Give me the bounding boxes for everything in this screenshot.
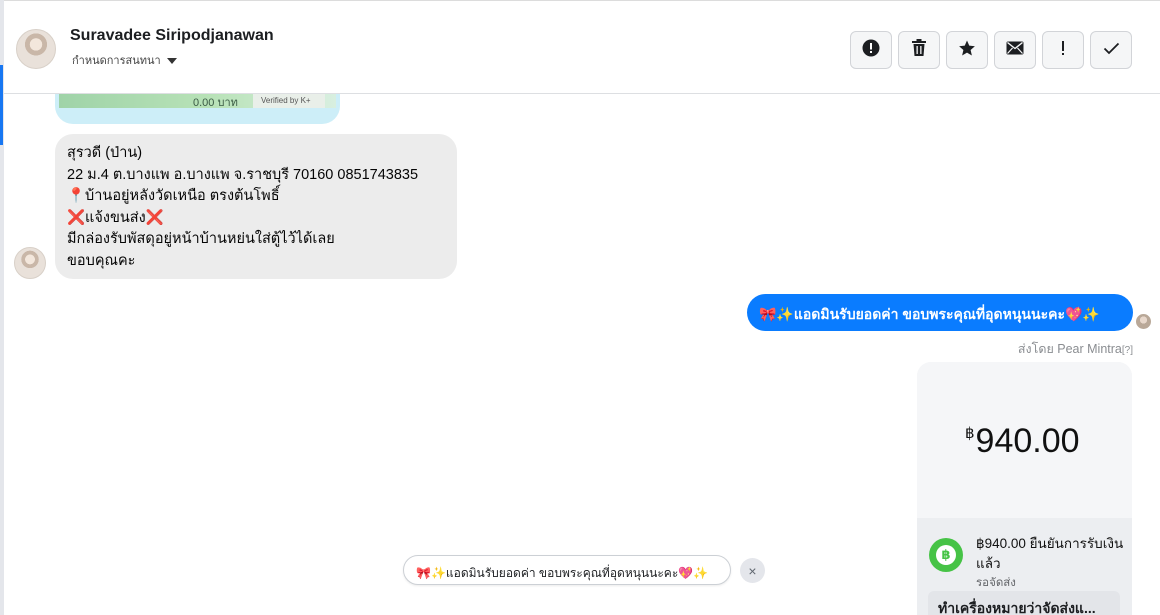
sent-by-help-link[interactable]: [?] (1122, 345, 1133, 356)
report-button[interactable] (850, 31, 892, 69)
payment-amount-value: 940.00 (975, 422, 1080, 460)
payment-status-area: ฿ ฿940.00 ยืนยันการรับเงินแล้ว รอจัดส่ง … (917, 518, 1132, 615)
contact-name[interactable]: Suravadee Siripodjanawan (70, 27, 274, 45)
mark-shipped-button[interactable]: ทำเครื่องหมายว่าจัดส่งแ... (928, 591, 1120, 615)
star-button[interactable] (946, 31, 988, 69)
outgoing-message-bubble[interactable]: 🎀✨แอดมินรับยอดค่า ขอบพระคุณที่อุดหนุนนะค… (747, 294, 1133, 331)
trash-icon (911, 39, 927, 61)
envelope-icon (1006, 40, 1024, 60)
quick-reply-chip[interactable]: 🎀✨แอดมินรับยอดค่า ขอบพระคุณที่อุดหนุนนะค… (403, 555, 731, 585)
slip-verified-label: Verified by K+ (253, 94, 325, 108)
conversation-setting-dropdown[interactable]: กำหนดการสนทนา (72, 51, 177, 69)
contact-avatar[interactable] (16, 29, 56, 69)
header-toolbar (850, 31, 1132, 69)
exclamation-icon (1060, 40, 1066, 61)
sent-by-text: ส่งโดย Pear Mintra (1017, 342, 1122, 356)
message-line: ขอบคุณคะ (67, 252, 136, 269)
seen-avatar (1136, 314, 1151, 329)
payment-cash-icon: ฿ (929, 538, 963, 572)
conversation-header: Suravadee Siripodjanawan กำหนดการสนทนา (4, 5, 1160, 94)
done-button[interactable] (1090, 31, 1132, 69)
scroll-indicator[interactable] (0, 65, 3, 145)
conversation-setting-label: กำหนดการสนทนา (72, 55, 161, 67)
currency-symbol: ฿ (965, 425, 975, 442)
delete-button[interactable] (898, 31, 940, 69)
payment-status: ฿940.00 ยืนยันการรับเงินแล้ว (976, 536, 1124, 571)
incoming-message-bubble[interactable]: สุรวดี (ป่าน) 22 ม.4 ต.บางแพ อ.บางแพ จ.ร… (55, 134, 457, 279)
message-line: ❌แจ้งขนส่ง❌ (67, 209, 164, 226)
message-line: มีกล่องรับพัสดุอยู่หน้าบ้านหย่นใส่ตู้ไว้… (67, 231, 335, 247)
payment-card: ฿940.00 ฿ ฿940.00 ยืนยันการรับเงินแล้ว ร… (917, 362, 1132, 615)
chevron-down-icon (166, 57, 177, 64)
message-line: 📍บ้านอยู่หลังวัดเหนือ ตรงต้นโพธิ์ (67, 188, 280, 204)
sender-avatar[interactable] (14, 247, 46, 279)
payment-amount: ฿940.00 (965, 422, 1080, 461)
message-line: 22 ม.4 ต.บางแพ อ.บางแพ จ.ราชบุรี 70160 0… (67, 166, 419, 183)
checkmark-icon (1103, 40, 1120, 60)
message-line: สุรวดี (ป่าน) (67, 145, 143, 161)
star-icon (958, 39, 976, 62)
payment-sub-status: รอจัดส่ง (976, 577, 1016, 589)
mark-unread-button[interactable] (994, 31, 1036, 69)
important-button[interactable] (1042, 31, 1084, 69)
slip-amount: 0.00 บาท (193, 97, 238, 109)
sent-by-label: ส่งโดย Pear Mintra[?] (1018, 339, 1133, 359)
slip-image-attachment[interactable]: 0.00 บาท Verified by K+ (55, 94, 340, 124)
close-icon[interactable]: × (740, 558, 765, 583)
alert-circle-icon (862, 39, 880, 62)
payment-amount-area: ฿940.00 (917, 362, 1132, 518)
